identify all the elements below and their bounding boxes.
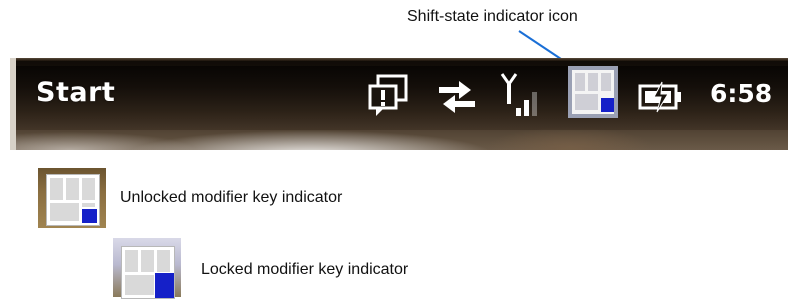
battery-charging-icon[interactable] (638, 80, 688, 114)
sync-arrows-icon[interactable] (437, 78, 477, 116)
locked-indicator-label: Locked modifier key indicator (201, 261, 409, 278)
unlocked-indicator-label: Unlocked modifier key indicator (120, 189, 343, 206)
shift-state-icon[interactable] (568, 66, 618, 118)
start-button[interactable]: Start (36, 77, 115, 108)
taskbar: Start 6:58 (10, 58, 788, 150)
locked-modifier-indicator-icon (113, 238, 181, 299)
unlocked-modifier-indicator-icon (38, 168, 106, 228)
signal-strength-icon[interactable] (500, 72, 540, 120)
clock[interactable]: 6:58 (710, 79, 772, 108)
notification-icon[interactable] (368, 74, 412, 118)
